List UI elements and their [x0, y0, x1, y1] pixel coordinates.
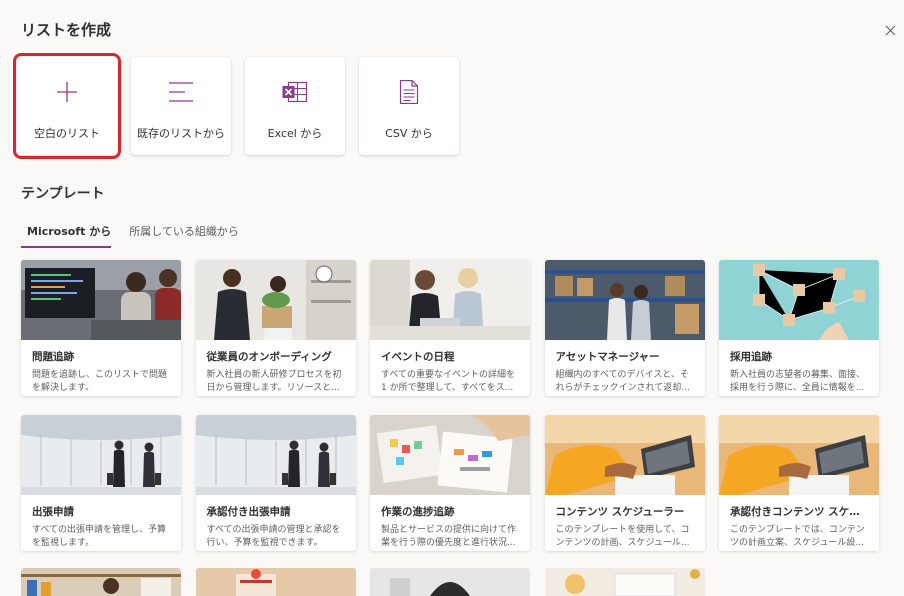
template-source-tabs: Microsoft から 所属している組織から: [21, 223, 239, 248]
template-description: 新入社員の新人研修プロセスを初日から管理します。リソースと...: [206, 370, 342, 393]
from-excel-label: Excel から: [267, 127, 323, 140]
template-description: このテンプレートを使用して、コンテンツの計画、スケジュール...: [555, 525, 690, 548]
template-title: 承認付き出張申請: [206, 506, 291, 518]
template-thumbnail: [195, 415, 356, 495]
from-existing-list-button[interactable]: 既存のリストから: [131, 57, 231, 155]
template-card-travel-requests[interactable]: 出張申請 すべての出張申請を管理し、予算を監視します。: [21, 415, 181, 551]
template-title: 承認付きコンテンツ スケジ...: [730, 506, 872, 518]
template-grid-next-row: [21, 568, 705, 596]
template-card-content-scheduler-approvals[interactable]: 承認付きコンテンツ スケジ... このテンプレートでは、コンテンツの計画立案、ス…: [719, 415, 879, 551]
template-thumbnail: [544, 260, 705, 340]
template-grid: 問題追跡 問題を追跡し、このリストで問題を解決します。 従業員のオンボーディング…: [21, 260, 879, 551]
template-card-onboarding[interactable]: 従業員のオンボーディング 新入社員の新人研修プロセスを初日から管理します。リソー…: [195, 260, 356, 396]
template-title: アセットマネージャー: [555, 351, 660, 363]
from-csv-button[interactable]: CSV から: [359, 57, 459, 155]
template-thumbnail: [195, 260, 356, 340]
template-thumbnail: [544, 415, 705, 495]
csv-file-icon: [399, 80, 419, 104]
close-icon: [885, 25, 895, 35]
template-description: 問題を追跡し、このリストで問題を解決します。: [32, 370, 168, 393]
plus-icon: [57, 82, 77, 102]
template-title: 問題追跡: [32, 351, 74, 363]
create-options: 空白のリスト 既存のリストから Excel から CSV から: [13, 53, 459, 159]
template-card-content-scheduler[interactable]: コンテンツ スケジューラー このテンプレートを使用して、コンテンツの計画、スケジ…: [544, 415, 705, 551]
template-card-travel-requests-approvals[interactable]: 承認付き出張申請 すべての出張申請の管理と承認を行い、予算を監視できます。: [195, 415, 356, 551]
tab-organization[interactable]: 所属している組織から: [123, 223, 239, 248]
dialog-title: リストを作成: [21, 21, 112, 39]
list-lines-icon: [169, 82, 193, 102]
from-existing-list-label: 既存のリストから: [137, 127, 225, 140]
template-card-partial[interactable]: [21, 568, 181, 596]
template-thumbnail: [370, 260, 530, 340]
blank-list-button[interactable]: 空白のリスト: [13, 53, 121, 159]
template-card-partial[interactable]: [195, 568, 356, 596]
template-description: 組織内のすべてのデバイスと、それらがチェックインされて返却...: [555, 370, 690, 393]
template-title: コンテンツ スケジューラー: [555, 506, 685, 518]
template-thumbnail: [370, 415, 530, 495]
template-title: 従業員のオンボーディング: [206, 351, 332, 363]
template-thumbnail: [21, 415, 181, 495]
template-title: イベントの日程: [381, 351, 455, 363]
template-title: 作業の進捗追跡: [381, 506, 455, 518]
from-excel-button[interactable]: Excel から: [245, 57, 345, 155]
template-card-recruitment-tracker[interactable]: 採用追跡 新入社員の志望者の募集、面接、採用を行う際に、全員に情報を...: [719, 260, 879, 396]
template-title: 出張申請: [32, 506, 74, 518]
template-card-event-itinerary[interactable]: イベントの日程 すべての重要なイベントの詳細を 1 か所で整理して、すべてをス.…: [370, 260, 530, 396]
tab-microsoft[interactable]: Microsoft から: [21, 223, 112, 248]
template-thumbnail: [719, 260, 879, 340]
template-description: このテンプレートでは、コンテンツの計画立案、スケジュール設...: [730, 525, 865, 548]
template-thumbnail: [21, 260, 181, 340]
template-description: すべての出張申請の管理と承認を行い、予算を監視できます。: [206, 525, 341, 548]
excel-icon: [282, 81, 308, 103]
templates-heading: テンプレート: [21, 186, 105, 202]
template-thumbnail: [719, 415, 879, 495]
template-card-partial[interactable]: [544, 568, 705, 596]
template-card-issue-tracker[interactable]: 問題追跡 問題を追跡し、このリストで問題を解決します。: [21, 260, 181, 396]
template-description: すべての出張申請を管理し、予算を監視します。: [32, 525, 167, 548]
template-card-partial[interactable]: [370, 568, 530, 596]
close-button[interactable]: [880, 20, 900, 40]
template-card-asset-manager[interactable]: アセットマネージャー 組織内のすべてのデバイスと、それらがチェックインされて返却…: [544, 260, 705, 396]
template-title: 採用追跡: [730, 351, 772, 363]
template-description: すべての重要なイベントの詳細を 1 か所で整理して、すべてをス...: [381, 370, 516, 393]
template-description: 製品とサービスの提供に向けて作業を行う際の優先度と進行状況...: [381, 525, 517, 548]
from-csv-label: CSV から: [385, 127, 433, 140]
template-description: 新入社員の志望者の募集、面接、採用を行う際に、全員に情報を...: [730, 370, 866, 393]
blank-list-label: 空白のリスト: [34, 127, 100, 140]
template-card-work-progress-tracker[interactable]: 作業の進捗追跡 製品とサービスの提供に向けて作業を行う際の優先度と進行状況...: [370, 415, 530, 551]
